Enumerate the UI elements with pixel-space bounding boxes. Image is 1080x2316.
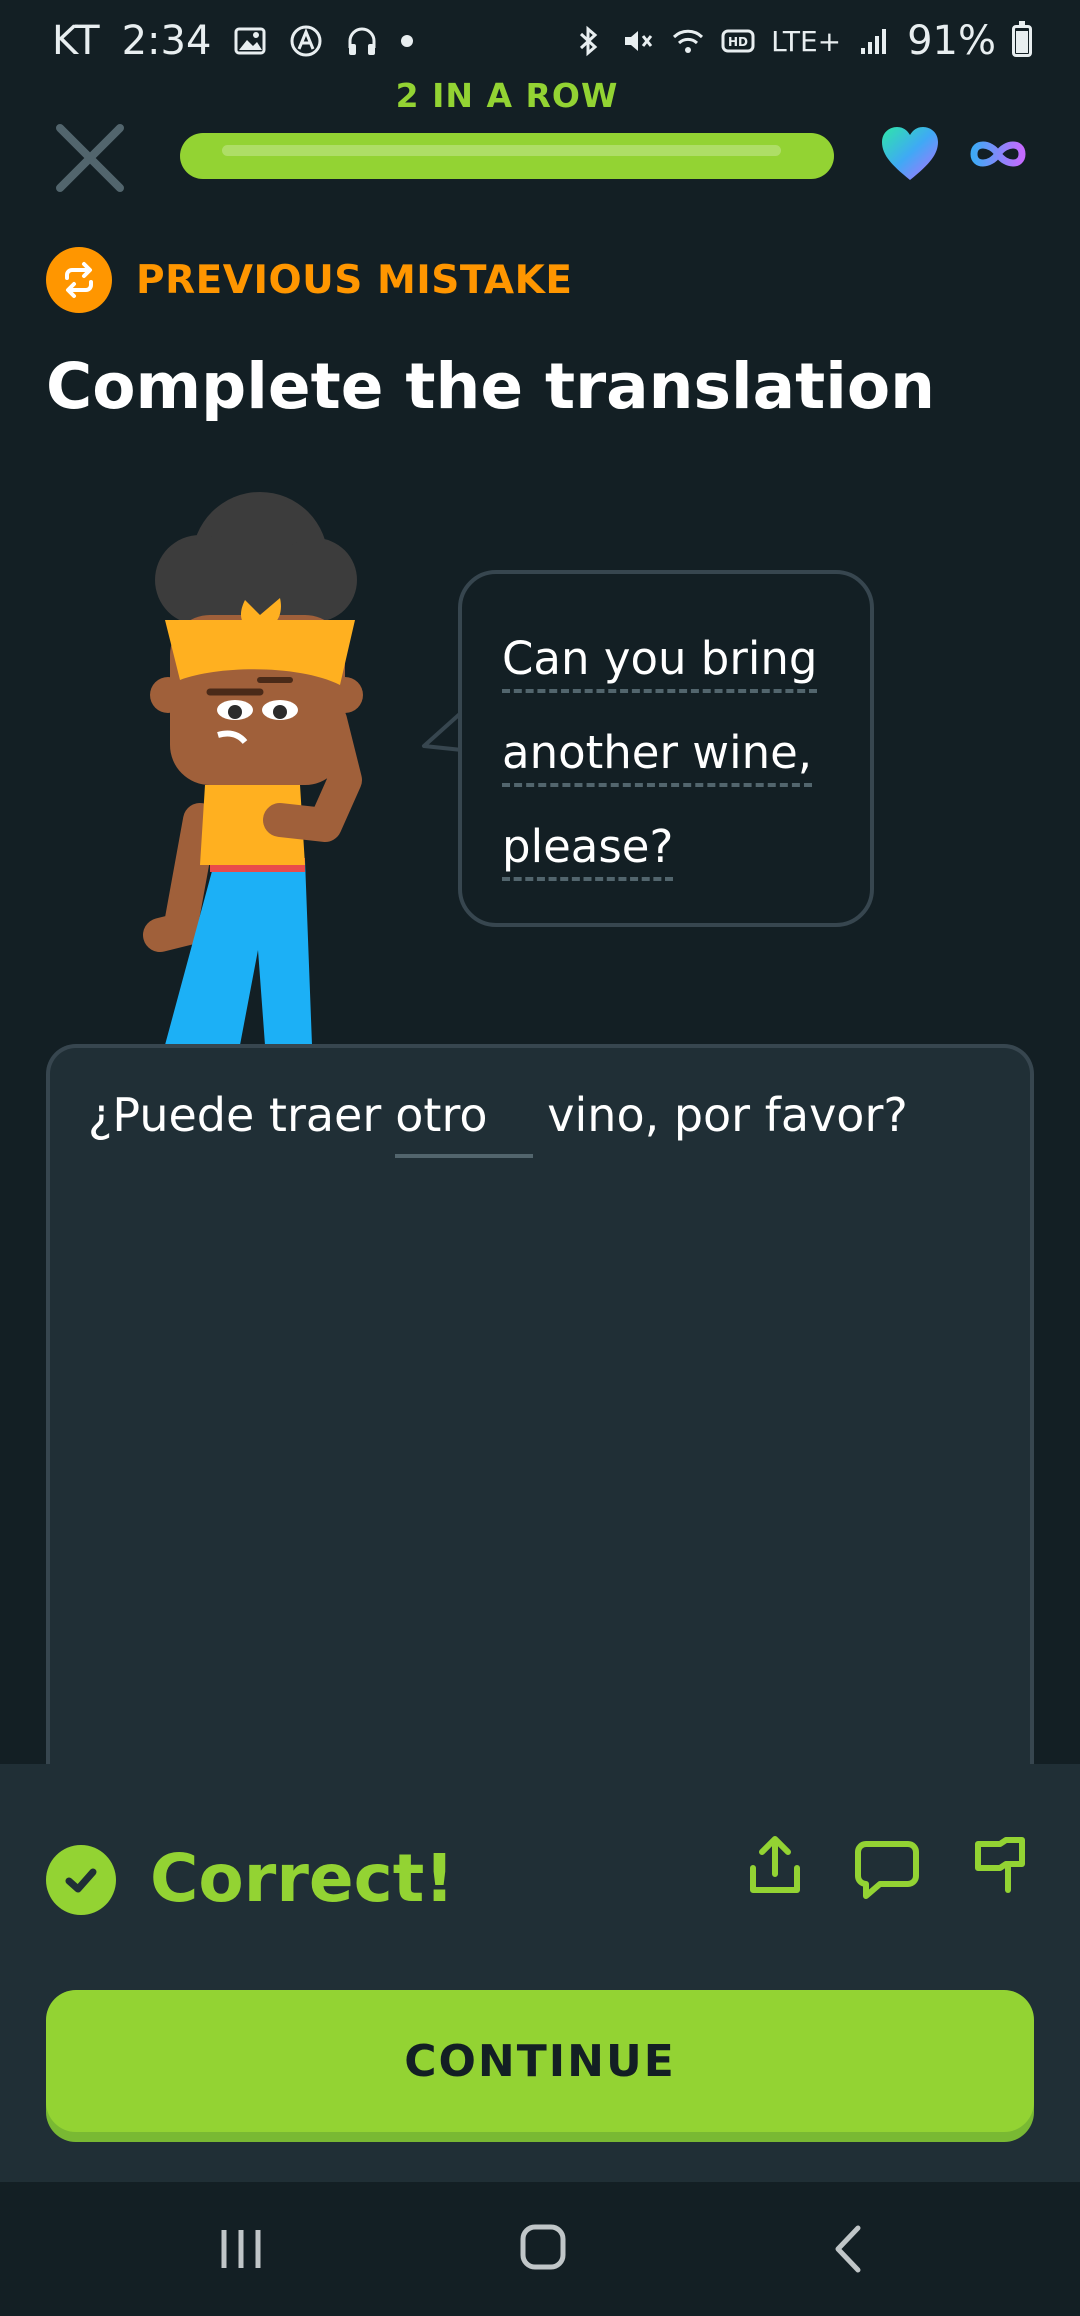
comment-icon[interactable]	[854, 1838, 920, 1902]
clock: 2:34	[121, 18, 212, 64]
sentence-before: ¿Puede traer	[88, 1088, 382, 1142]
headphones-icon	[348, 27, 376, 55]
network-label: LTE+	[771, 24, 842, 58]
sentence-after: vino, por favor?	[547, 1088, 908, 1142]
continue-button[interactable]: CONTINUE	[46, 1990, 1034, 2132]
gallery-icon	[234, 27, 266, 55]
prompt-line[interactable]: Can you bring	[502, 612, 842, 706]
status-right: HD LTE+ 91%	[571, 18, 1032, 64]
page-title: Complete the translation	[46, 350, 935, 423]
battery-percent: 91%	[907, 18, 996, 64]
lesson-progress-bar	[180, 133, 834, 179]
mute-icon	[625, 31, 653, 51]
wifi-icon	[673, 29, 704, 53]
battery-icon	[1012, 21, 1032, 57]
status-left: KT 2:34	[52, 18, 414, 64]
repeat-icon	[46, 247, 112, 313]
back-icon[interactable]	[828, 2222, 868, 2276]
battery-fill	[1016, 31, 1028, 53]
hd-icon: HD	[721, 29, 755, 53]
check-icon	[46, 1845, 116, 1915]
previous-mistake-label: PREVIOUS MISTAKE	[136, 258, 573, 303]
bluetooth-icon	[580, 25, 598, 57]
prompt-text: Can you bring another wine, please?	[502, 612, 842, 894]
progress-highlight	[222, 145, 781, 156]
status-bar: KT 2:34 HD LTE+ 91%	[0, 0, 1080, 88]
prompt-line[interactable]: please?	[502, 800, 842, 894]
feedback-status: Correct!	[150, 1840, 455, 1917]
prompt-line[interactable]: another wine,	[502, 706, 842, 800]
heart-icon[interactable]	[880, 126, 940, 182]
flag-icon[interactable]	[970, 1834, 1030, 1898]
signal-icon	[861, 29, 887, 54]
recent-apps-icon[interactable]	[216, 2222, 266, 2276]
svg-text:HD: HD	[728, 35, 748, 49]
auto-icon	[290, 25, 322, 57]
infinity-icon	[970, 141, 1026, 167]
carrier-label: KT	[52, 18, 100, 64]
character-illustration	[143, 492, 363, 1045]
share-icon[interactable]	[745, 1834, 805, 1898]
notification-dot-icon	[401, 35, 414, 47]
streak-label: 2 IN A ROW	[395, 76, 619, 115]
home-icon[interactable]	[518, 2220, 568, 2274]
close-icon[interactable]	[52, 120, 128, 196]
translation-sentence: ¿Puede traer otro vino, por favor?	[88, 1088, 908, 1158]
answer-blank-input[interactable]: otro	[395, 1088, 534, 1158]
